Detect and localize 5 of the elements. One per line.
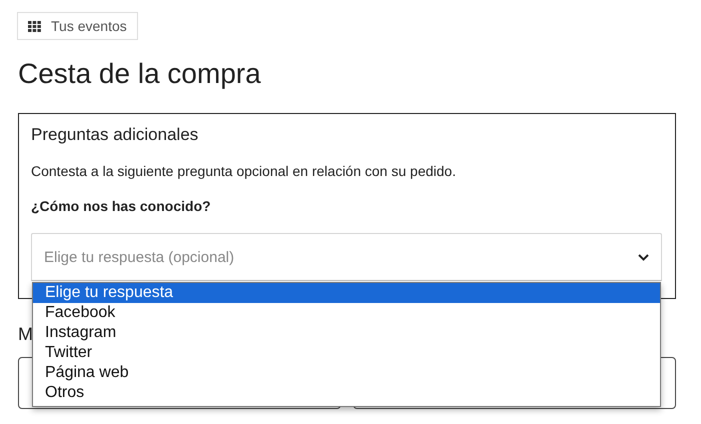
- page-title: Cesta de la compra: [18, 57, 261, 91]
- section-heading: M: [18, 324, 33, 345]
- question-label: ¿Cómo nos has conocido?: [31, 198, 211, 214]
- panel-title: Preguntas adicionales: [31, 125, 198, 145]
- panel-description: Contesta a la siguiente pregunta opcional en relación con su pedido.: [31, 163, 456, 179]
